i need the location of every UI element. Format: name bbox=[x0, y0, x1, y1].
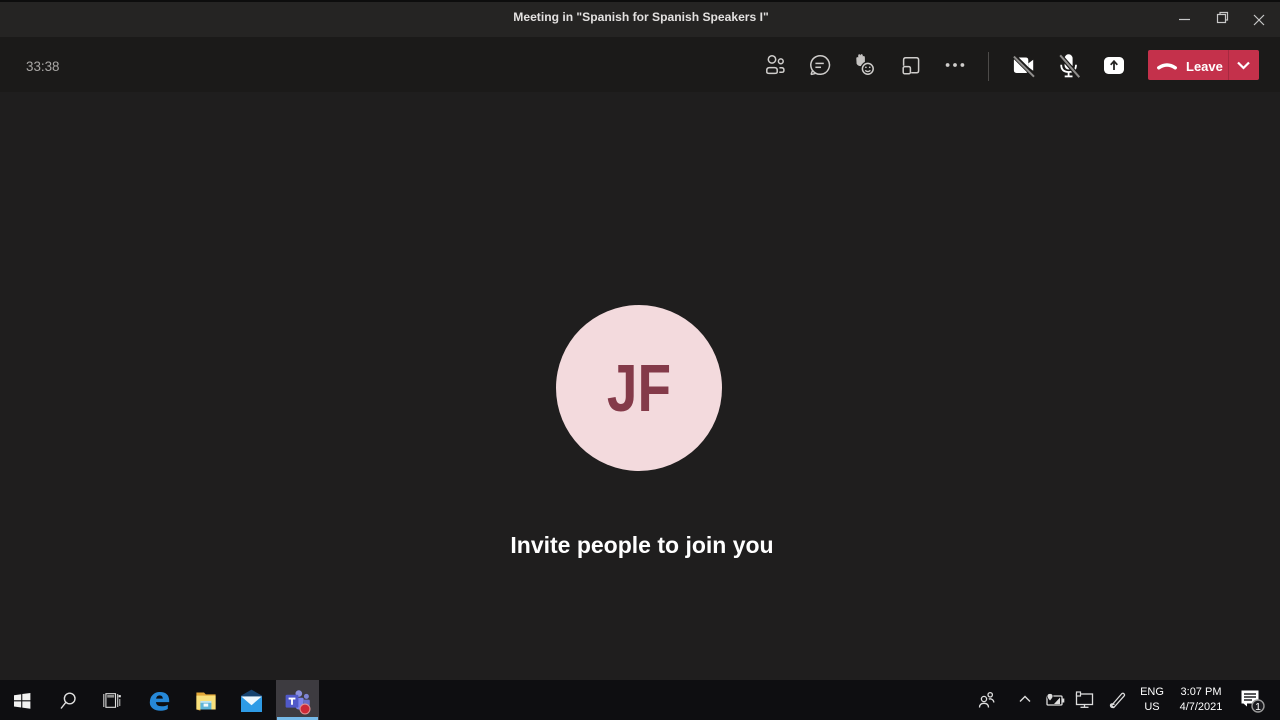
svg-text:1: 1 bbox=[1255, 701, 1261, 713]
